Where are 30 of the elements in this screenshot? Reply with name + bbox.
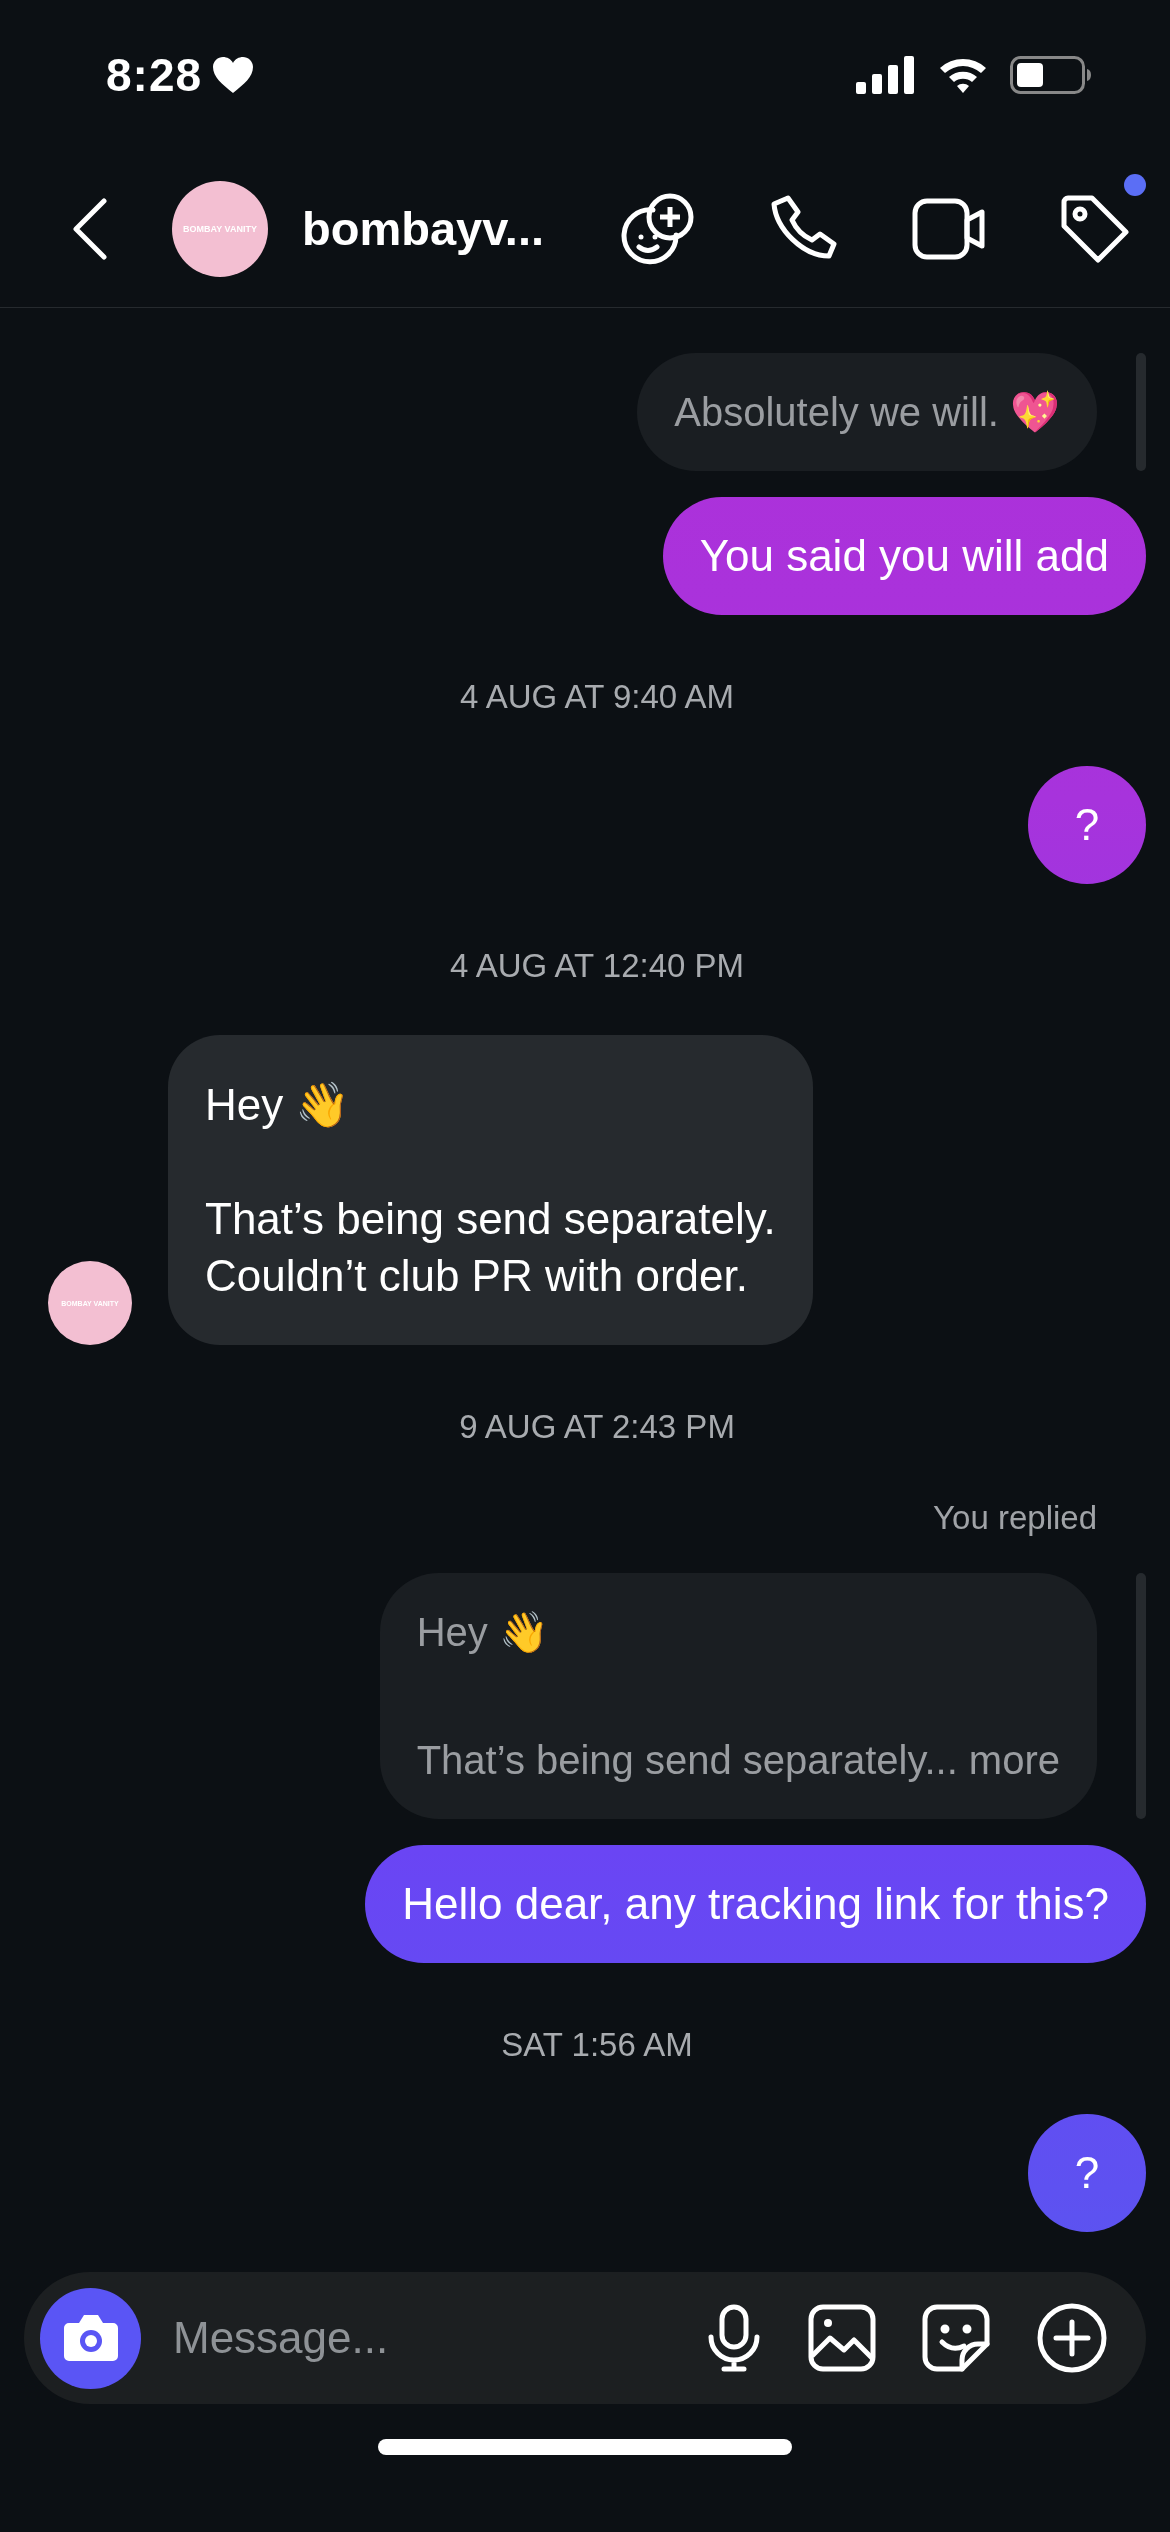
video-camera-icon[interactable] [912,197,986,260]
battery-icon [1010,56,1092,94]
sticker-add-icon[interactable] [620,191,694,266]
sent-message: Hello dear, any tracking link for this? [365,1845,1146,1963]
heart-icon [212,56,255,94]
back-button[interactable] [70,197,110,260]
avatar-logo-text: BOMBAY VANITY [183,223,257,234]
image-icon[interactable] [808,2304,876,2372]
profile-avatar[interactable]: BOMBAY VANITY [172,180,268,277]
sticker-icon[interactable] [922,2304,990,2372]
sent-message: ? [1028,766,1146,884]
wifi-icon [938,56,988,94]
message-timestamp: 9 AUG AT 2:43 PM [459,1407,735,1447]
status-time: 8:28 [106,48,203,102]
message-timestamp: 4 AUG AT 9:40 AM [460,677,734,717]
message-timestamp: SAT 1:56 AM [501,2025,693,2065]
message-input[interactable]: Message... [171,2312,706,2364]
camera-icon [62,2313,119,2363]
sent-message: You said you will add [662,497,1146,615]
signal-icon [856,56,916,94]
reply-label: You replied [933,1498,1097,1538]
quoted-message: Hey 👋 That’s being send separately... more [379,1573,1097,1819]
received-message: Hey 👋 That’s being send separately. Couldn’t club PR with order. [168,1035,813,1345]
microphone-icon[interactable] [706,2304,762,2372]
quoted-message: Absolutely we will. 💖 [637,353,1097,471]
add-icon[interactable] [1036,2302,1108,2374]
profile-name[interactable]: bombayv... [302,201,545,256]
message-timestamp: 4 AUG AT 12:40 PM [449,946,745,986]
sent-message: ? [1028,2114,1146,2232]
tag-icon[interactable] [1060,193,1130,264]
